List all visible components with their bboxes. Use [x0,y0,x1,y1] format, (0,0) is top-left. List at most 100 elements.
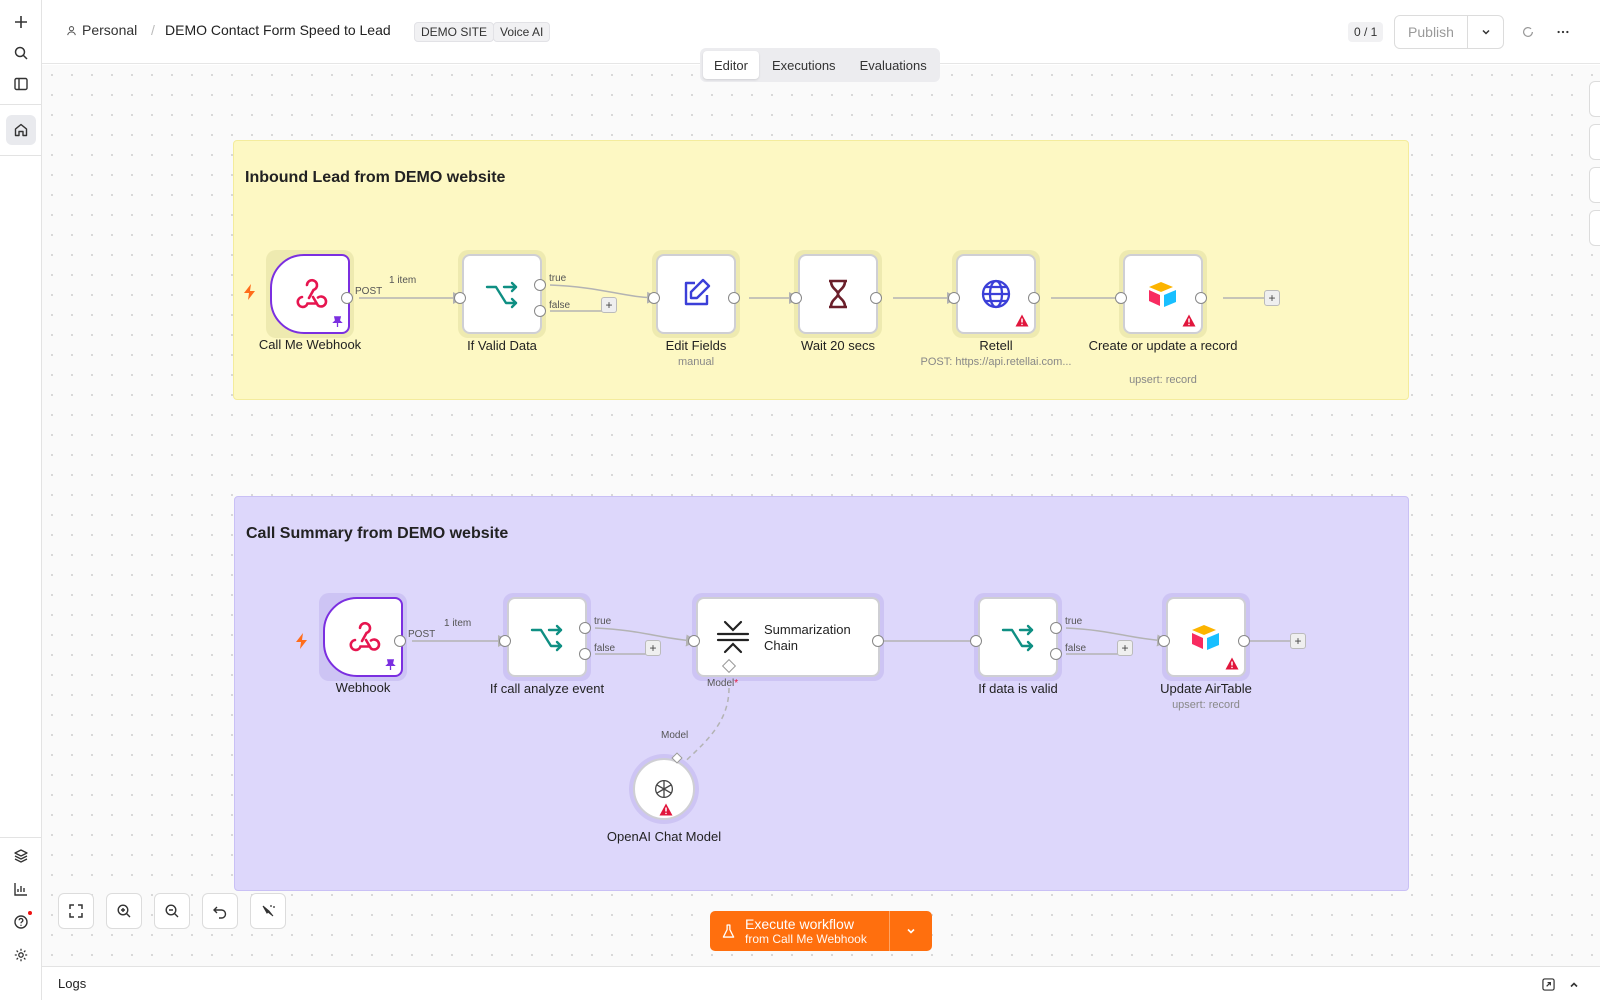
toggle-panel-button[interactable] [1589,210,1600,246]
input-port[interactable] [648,292,660,304]
refresh-icon[interactable] [1518,22,1538,42]
input-port[interactable] [454,292,466,304]
tag-demo-site[interactable]: DEMO SITE [414,22,495,42]
add-node-button[interactable]: + [645,640,661,656]
user-icon [67,25,76,35]
node-if-call-analyze-event[interactable] [507,597,587,677]
clean-up-button[interactable] [250,893,286,929]
warning-icon[interactable] [1015,314,1029,327]
sidebar-toggle-icon[interactable] [6,69,36,99]
more-options-icon[interactable] [1553,22,1573,42]
summarize-icon [716,620,750,654]
tab-editor[interactable]: Editor [703,51,759,79]
input-port[interactable] [948,292,960,304]
node-retell[interactable] [956,254,1036,334]
output-port-false[interactable] [579,648,591,660]
add-node-button[interactable]: + [1290,633,1306,649]
undo-button[interactable] [202,893,238,929]
tab-evaluations[interactable]: Evaluations [849,51,938,79]
node-if-valid-data[interactable] [462,254,542,334]
node-openai-chat-model[interactable] [633,758,695,820]
airtable-icon [1149,282,1176,307]
node-create-or-update-record[interactable] [1123,254,1203,334]
logs-panel[interactable]: Logs [42,966,1600,1000]
add-sticky-button[interactable] [1589,167,1600,203]
node-edit-fields[interactable] [656,254,736,334]
search-nodes-button[interactable] [1589,124,1600,160]
node-if-data-is-valid[interactable] [978,597,1058,677]
rail-divider [0,104,42,105]
chevron-up-icon[interactable] [1568,979,1580,991]
node-update-airtable[interactable] [1166,597,1246,677]
hourglass-icon [829,279,847,309]
templates-icon[interactable] [6,841,36,871]
input-port[interactable] [790,292,802,304]
popout-icon[interactable] [1542,978,1555,991]
input-port[interactable] [1115,292,1127,304]
publish-dropdown[interactable] [1468,16,1503,48]
node-label: If data is valid [978,681,1058,696]
edge-label-true: true [549,273,567,284]
output-port-true[interactable] [1050,622,1062,634]
add-node-button[interactable]: + [1264,290,1280,306]
warning-icon[interactable] [659,803,673,816]
publish-button[interactable]: Publish [1395,16,1468,48]
input-port[interactable] [1158,635,1170,647]
airtable-icon [1192,625,1219,650]
tab-executions[interactable]: Executions [761,51,847,79]
node-wait-20-secs[interactable] [798,254,878,334]
zoom-in-button[interactable] [106,893,142,929]
add-node-panel-button[interactable] [1589,81,1600,117]
output-port[interactable] [394,635,406,647]
breadcrumb-workspace[interactable]: Personal [66,22,137,38]
workflow-name[interactable]: DEMO Contact Form Speed to Lead [165,22,391,38]
warning-icon[interactable] [1225,657,1239,670]
edge-label-false: false [549,300,571,311]
edge-label-false: false [1065,643,1087,654]
settings-icon[interactable] [6,940,36,970]
edge-label-items: 1 item [444,618,472,629]
input-port[interactable] [970,635,982,647]
notification-dot [28,911,32,915]
workspace-name: Personal [82,22,138,38]
output-port[interactable] [1238,635,1250,647]
execute-dropdown[interactable] [890,911,932,951]
output-port-false[interactable] [1050,648,1062,660]
edge-label-false: false [594,643,616,654]
output-port[interactable] [728,292,740,304]
output-port-false[interactable] [534,305,546,317]
home-icon[interactable] [6,115,36,145]
insights-icon[interactable] [6,874,36,904]
output-port[interactable] [872,635,884,647]
zoom-out-button[interactable] [154,893,190,929]
warning-icon[interactable] [1182,314,1196,327]
add-node-button[interactable]: + [601,297,617,313]
output-port-true[interactable] [534,279,546,291]
workflow-canvas[interactable]: Inbound Lead from DEMO website Call Summ… [42,65,1600,966]
chevron-down-icon [1481,29,1490,35]
node-label: If call analyze event [489,681,605,696]
edge-label-items: 1 item [389,275,417,286]
tag-voice-ai[interactable]: Voice AI [493,22,551,42]
node-call-me-webhook[interactable] [270,254,350,334]
output-port[interactable] [1028,292,1040,304]
edge-label-true: true [594,616,612,627]
output-port[interactable] [1195,292,1207,304]
model-port-label: Model* [707,678,738,689]
output-port-true[interactable] [579,622,591,634]
search-icon[interactable] [6,38,36,68]
input-port[interactable] [688,635,700,647]
node-webhook[interactable] [323,597,403,677]
execute-workflow-button[interactable]: Execute workflow from Call Me Webhook [710,911,890,951]
input-port[interactable] [499,635,511,647]
add-node-button[interactable]: + [1117,640,1133,656]
edge-label-post: POST [355,286,383,297]
fit-view-button[interactable] [58,893,94,929]
node-label: Call Me Webhook [258,337,362,352]
logs-label: Logs [58,976,87,991]
plus-icon[interactable] [6,7,36,37]
output-port[interactable] [341,292,353,304]
output-port[interactable] [870,292,882,304]
webhook-icon [349,621,381,652]
help-icon[interactable] [6,907,36,937]
